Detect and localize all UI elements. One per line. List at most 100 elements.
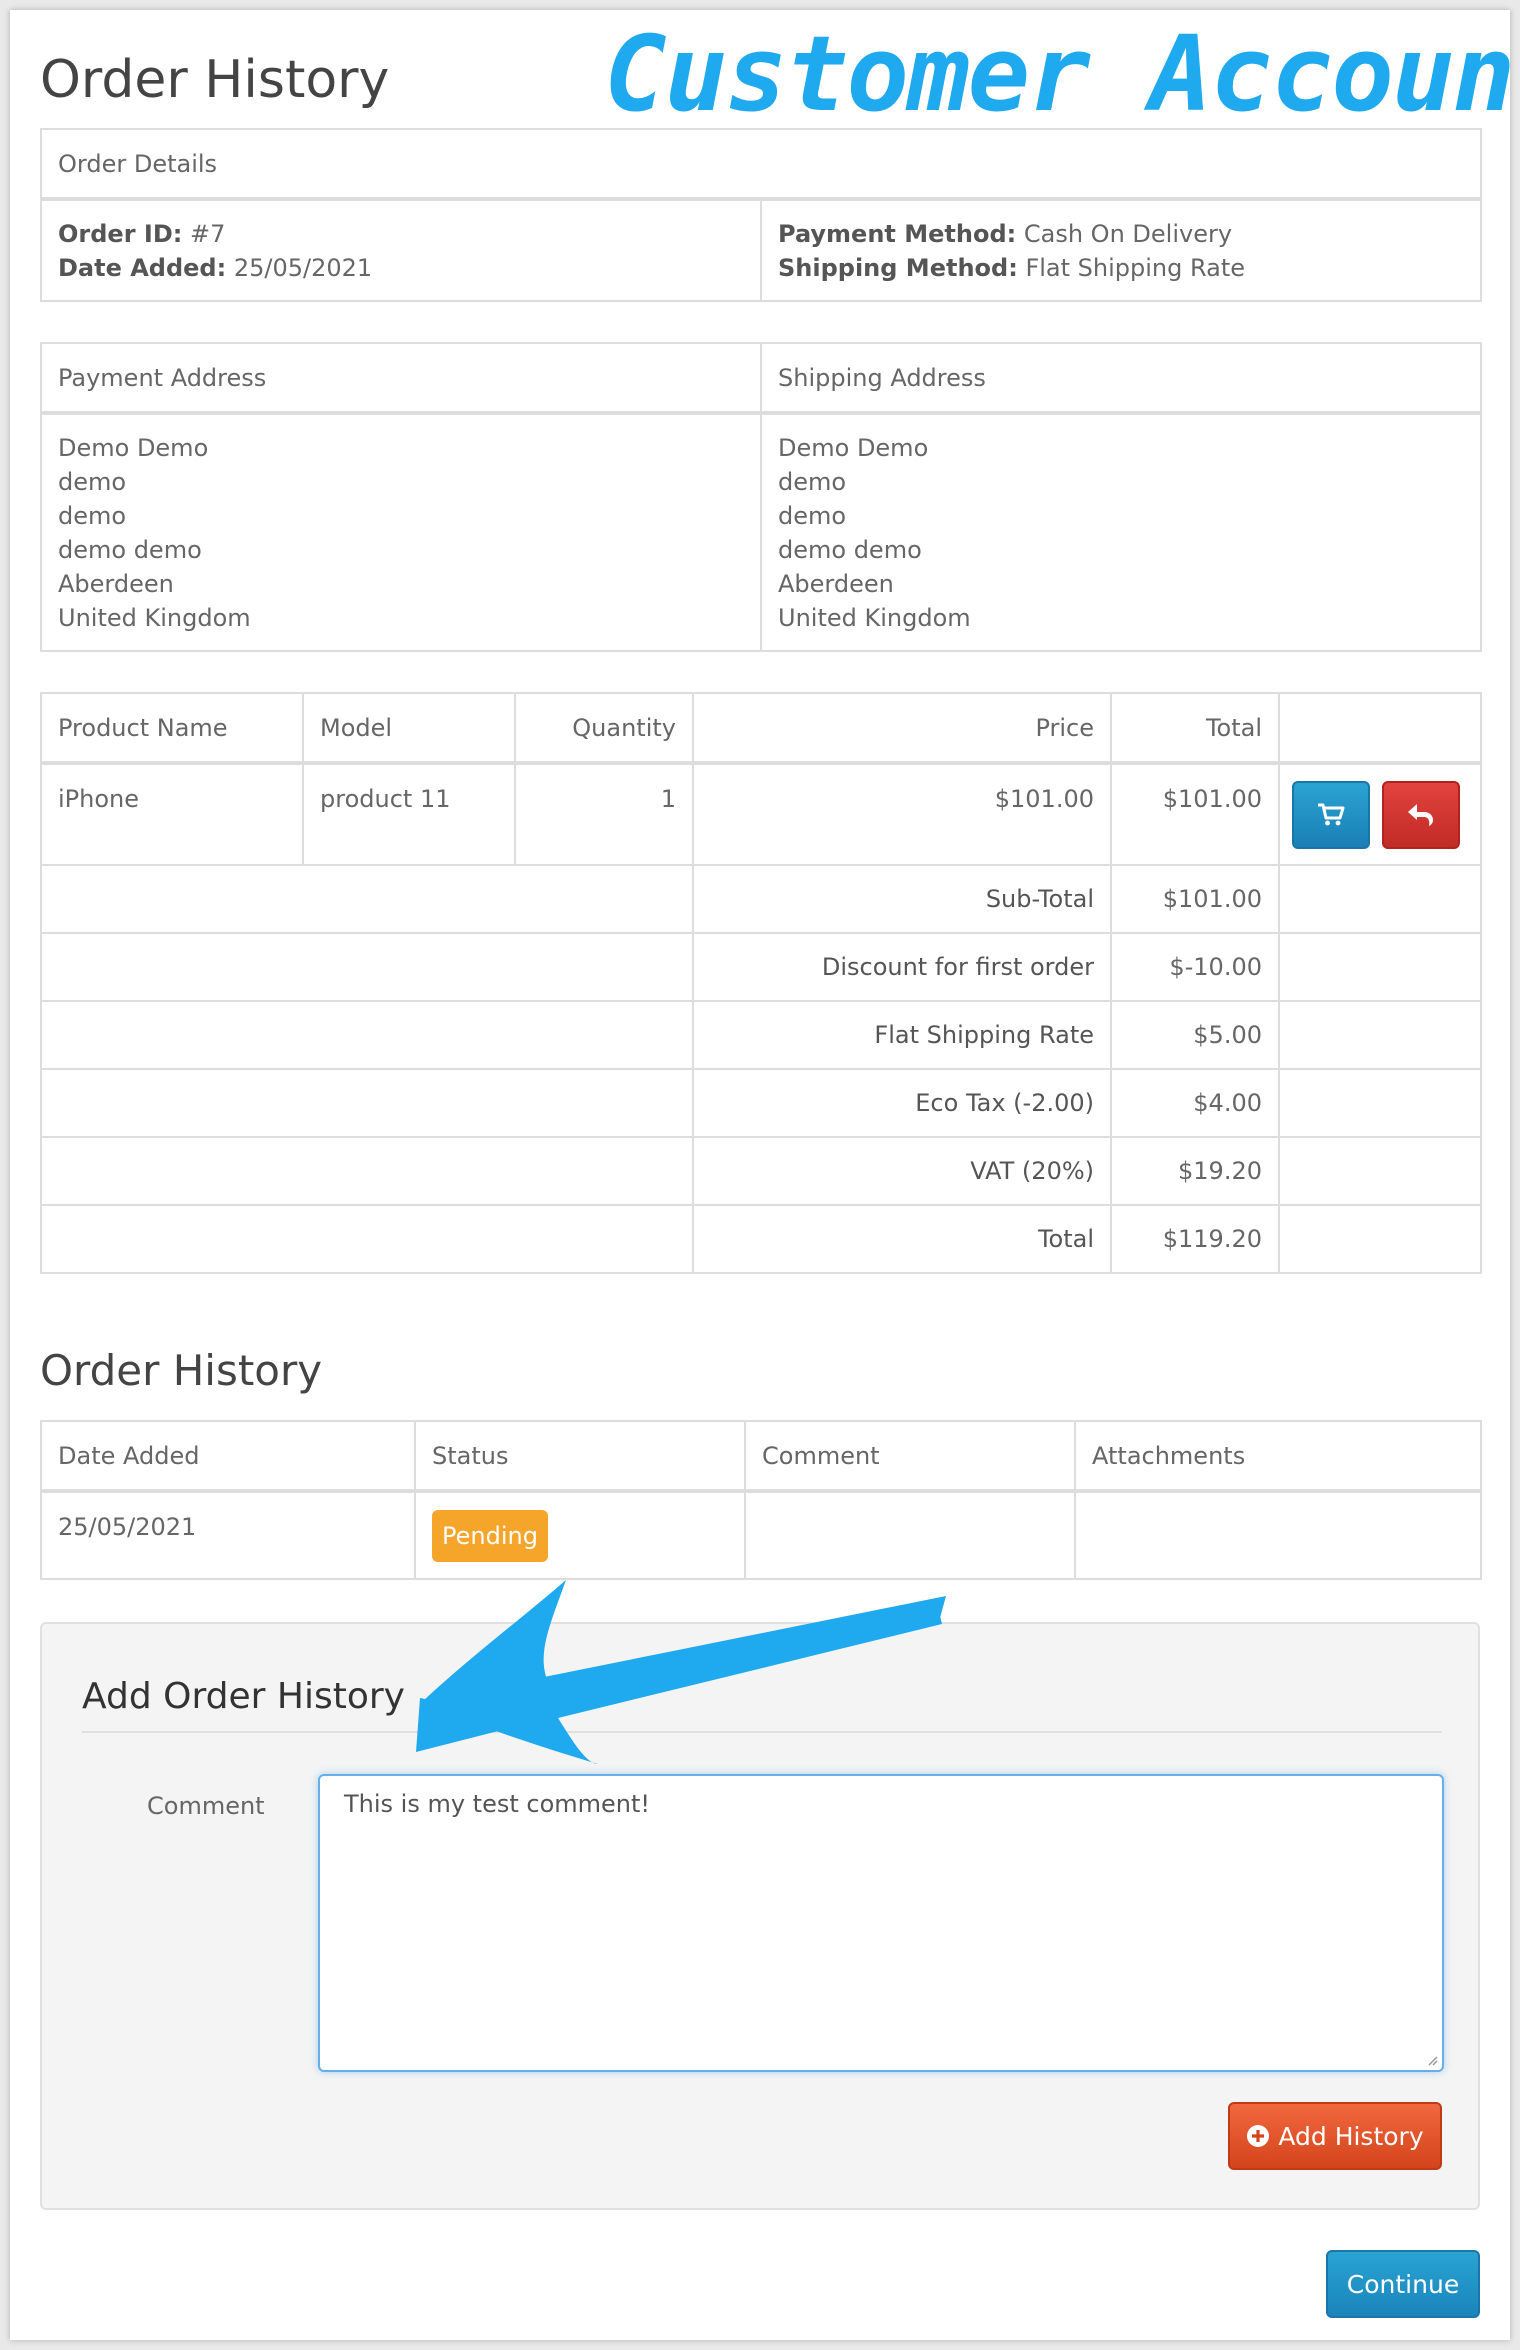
address-line: Demo Demo — [778, 433, 929, 462]
shopping-cart-icon — [1318, 803, 1345, 825]
product-actions — [1278, 762, 1482, 866]
totals-value: $-10.00 — [1110, 932, 1280, 1002]
order-id-label: Order ID: — [58, 219, 183, 248]
order-details-table: Order Details Order ID: #7 Date Added: 2… — [39, 128, 1483, 302]
payment-method-label: Payment Method: — [778, 219, 1017, 248]
totals-empty — [1278, 864, 1482, 934]
totals-label: Discount for first order — [692, 932, 1112, 1002]
shipping-address-heading: Shipping Address — [760, 342, 1482, 415]
history-date: 25/05/2021 — [40, 1490, 416, 1580]
payment-address-heading: Payment Address — [40, 342, 762, 415]
address-line: Aberdeen — [778, 569, 894, 598]
col-price: Price — [692, 692, 1112, 765]
address-line: demo — [58, 501, 127, 530]
totals-row: Total $119.20 — [40, 1204, 1482, 1274]
totals-row: Discount for first order $-10.00 — [40, 932, 1482, 1002]
add-history-legend: Add Order History — [82, 1676, 1442, 1733]
totals-label: VAT (20%) — [692, 1136, 1112, 1206]
totals-label: Total — [692, 1204, 1112, 1274]
history-attachments — [1074, 1490, 1482, 1580]
totals-value: $19.20 — [1110, 1136, 1280, 1206]
totals-spacer — [40, 1000, 694, 1070]
table-row: 25/05/2021 Pending — [40, 1490, 1482, 1580]
totals-empty — [1278, 1000, 1482, 1070]
totals-empty — [1278, 1068, 1482, 1138]
col-attachments: Attachments — [1074, 1420, 1482, 1493]
totals-empty — [1278, 1204, 1482, 1274]
address-line: United Kingdom — [778, 603, 971, 632]
order-methods-cell: Payment Method: Cash On Delivery Shippin… — [759, 198, 1483, 302]
col-quantity: Quantity — [514, 692, 694, 765]
reply-icon — [1407, 803, 1433, 826]
status-badge: Pending — [432, 1509, 548, 1562]
continue-label: Continue — [1346, 2269, 1460, 2299]
add-history-label: Add History — [1278, 2121, 1424, 2151]
product-price: $101.00 — [692, 762, 1112, 866]
date-added-label: Date Added: — [58, 253, 227, 282]
totals-empty — [1278, 932, 1482, 1002]
address-line: demo — [778, 501, 847, 530]
payment-address: Demo Demo demo demo demo demo Aberdeen U… — [40, 412, 762, 652]
reorder-button[interactable] — [1292, 780, 1370, 849]
address-line: Demo Demo — [58, 433, 209, 462]
table-row: iPhone product 11 1 $101.00 $101.00 — [40, 762, 1482, 866]
address-line: demo demo — [58, 535, 202, 564]
comment-textarea[interactable]: This is my test comment! — [318, 1774, 1444, 2072]
history-status-cell: Pending — [414, 1490, 746, 1580]
order-details-heading: Order Details — [39, 128, 1483, 201]
col-status: Status — [414, 1420, 746, 1493]
page-title: Order History — [40, 50, 390, 110]
col-product-name: Product Name — [40, 692, 304, 765]
totals-label: Eco Tax (-2.00) — [692, 1068, 1112, 1138]
history-comment — [744, 1490, 1076, 1580]
add-history-panel: Add Order History Comment This is my tes… — [40, 1622, 1480, 2210]
totals-spacer — [40, 1204, 694, 1274]
add-history-button[interactable]: Add History — [1228, 2102, 1442, 2170]
totals-value: $5.00 — [1110, 1000, 1280, 1070]
col-model: Model — [302, 692, 516, 765]
address-line: demo — [58, 467, 127, 496]
col-total: Total — [1110, 692, 1280, 765]
totals-value: $119.20 — [1110, 1204, 1280, 1274]
totals-spacer — [40, 932, 694, 1002]
address-line: Aberdeen — [58, 569, 174, 598]
return-button[interactable] — [1381, 780, 1460, 849]
totals-empty — [1278, 1136, 1482, 1206]
products-table: Product Name Model Quantity Price Total … — [40, 692, 1482, 1274]
shipping-method-label: Shipping Method: — [778, 253, 1018, 282]
shipping-address: Demo Demo demo demo demo demo Aberdeen U… — [760, 412, 1482, 652]
product-model: product 11 — [302, 762, 516, 866]
totals-spacer — [40, 1136, 694, 1206]
history-table: Date Added Status Comment Attachments 25… — [40, 1420, 1482, 1580]
totals-row: VAT (20%) $19.20 — [40, 1136, 1482, 1206]
resize-handle-icon[interactable] — [1426, 2054, 1438, 2066]
address-line: demo demo — [778, 535, 922, 564]
date-added-value: 25/05/2021 — [233, 253, 373, 282]
payment-method-value: Cash On Delivery — [1023, 219, 1233, 248]
continue-button[interactable]: Continue — [1326, 2250, 1480, 2318]
address-line: demo — [778, 467, 847, 496]
totals-value: $4.00 — [1110, 1068, 1280, 1138]
history-heading: Order History — [40, 1346, 323, 1395]
comment-text: This is my test comment! — [344, 1790, 651, 1818]
annotation-title: Customer Account — [604, 13, 1520, 135]
comment-label: Comment — [147, 1792, 265, 1820]
shipping-method-value: Flat Shipping Rate — [1025, 253, 1246, 282]
totals-spacer — [40, 864, 694, 934]
product-total: $101.00 — [1110, 762, 1280, 866]
totals-row: Sub-Total $101.00 — [40, 864, 1482, 934]
totals-label: Sub-Total — [692, 864, 1112, 934]
product-quantity: 1 — [514, 762, 694, 866]
totals-spacer — [40, 1068, 694, 1138]
plus-circle-icon — [1247, 2125, 1270, 2147]
totals-row: Flat Shipping Rate $5.00 — [40, 1000, 1482, 1070]
totals-label: Flat Shipping Rate — [692, 1000, 1112, 1070]
order-id-value: #7 — [189, 219, 226, 248]
address-table: Payment Address Shipping Address Demo De… — [40, 342, 1482, 652]
address-line: United Kingdom — [58, 603, 251, 632]
product-name: iPhone — [40, 762, 304, 866]
col-comment: Comment — [744, 1420, 1076, 1493]
col-actions — [1278, 692, 1482, 765]
order-meta-cell: Order ID: #7 Date Added: 25/05/2021 — [40, 198, 762, 302]
totals-row: Eco Tax (-2.00) $4.00 — [40, 1068, 1482, 1138]
